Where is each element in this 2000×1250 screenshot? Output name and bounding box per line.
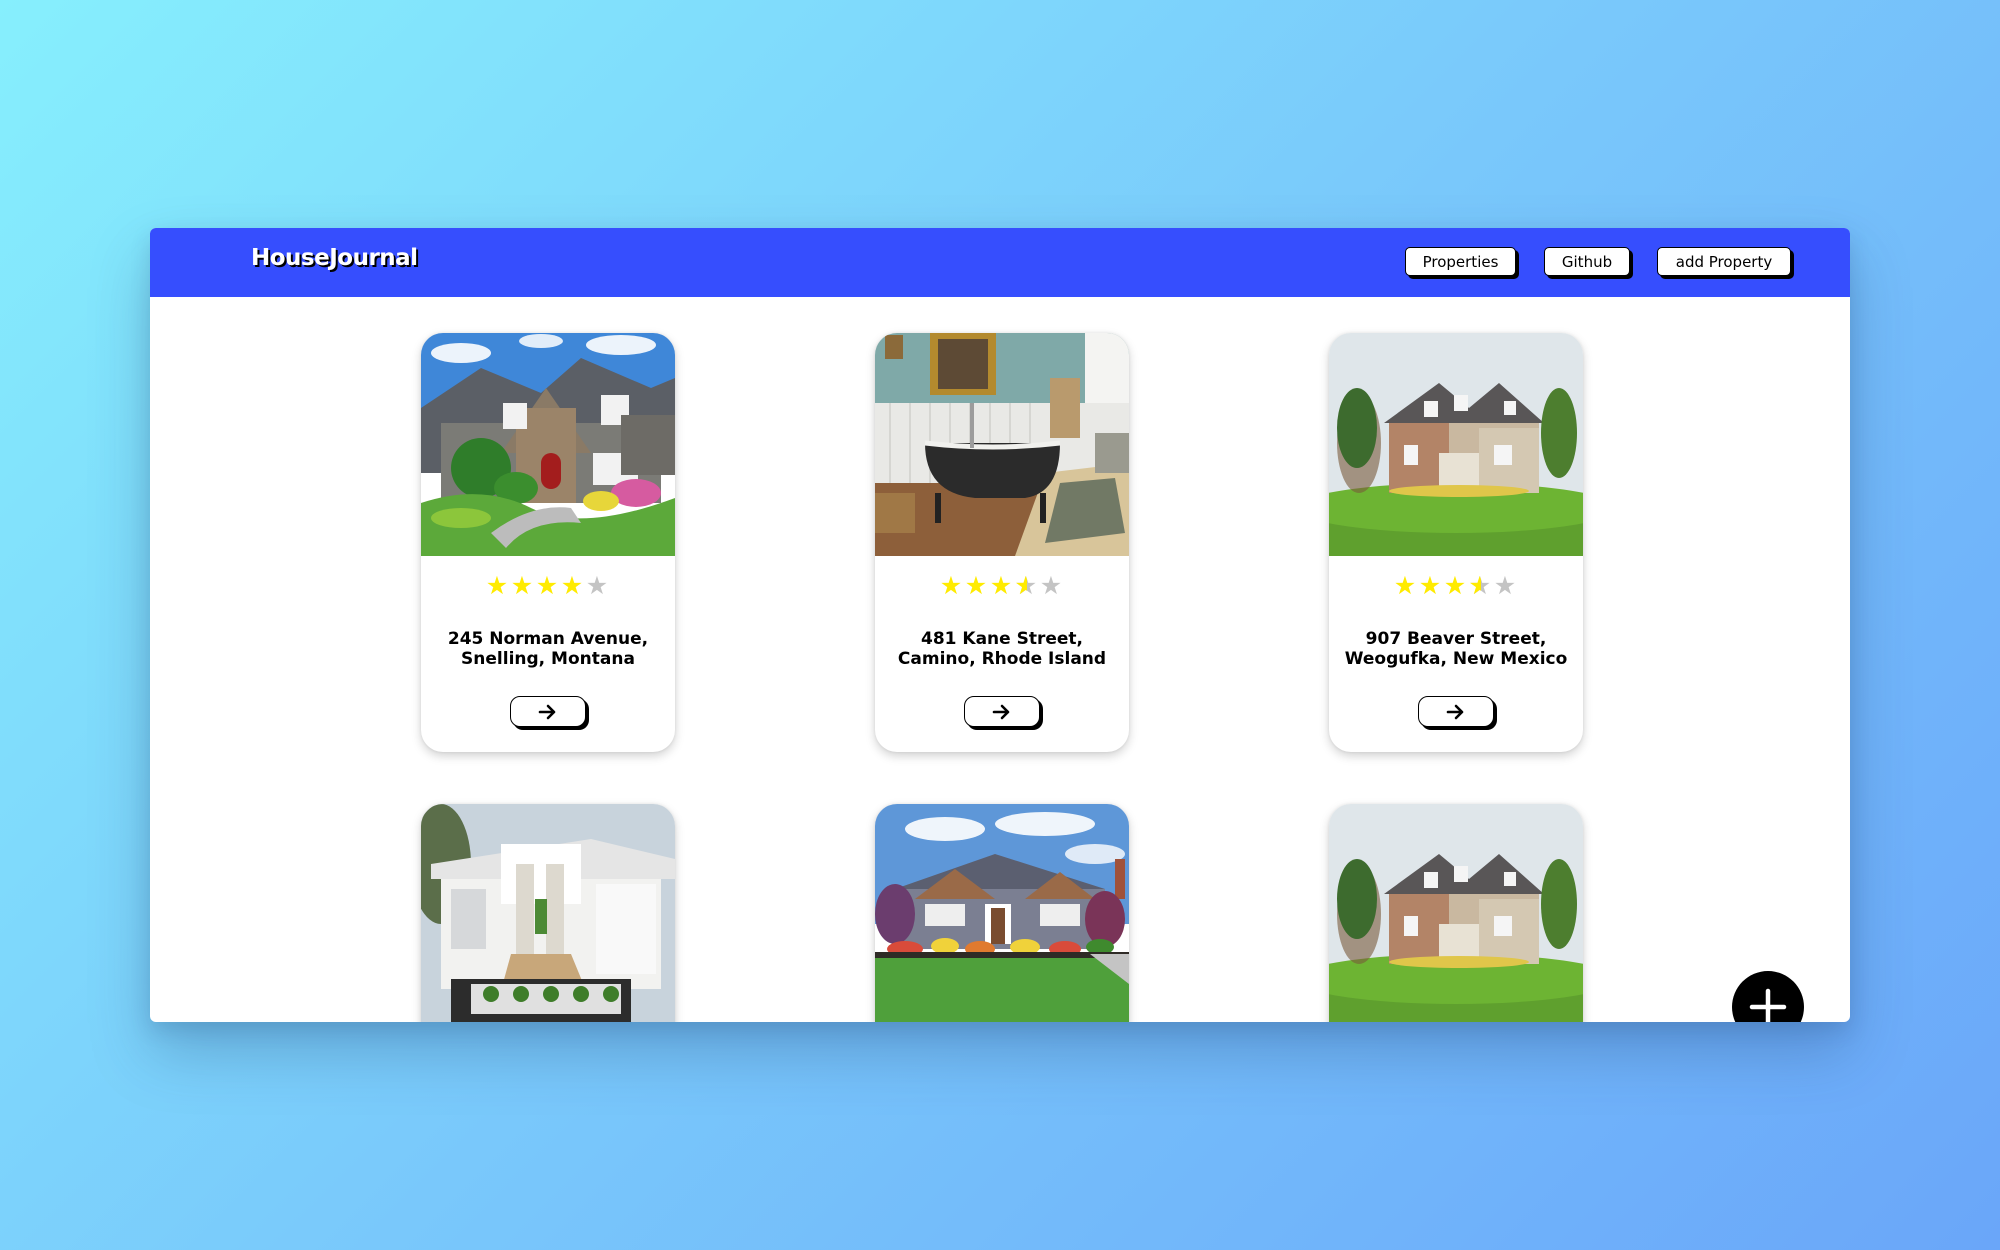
nav-properties-button[interactable]: Properties [1405,247,1516,276]
star-icon: ★ [560,571,586,600]
star-icon: ★ [989,571,1015,600]
plus-icon [1749,988,1787,1022]
property-card [875,804,1129,1022]
star-icon: ★ [485,571,511,600]
arrow-right-icon [1446,704,1464,719]
star-icon: ★ [510,571,536,600]
star-icon: ★ [1418,571,1444,600]
property-card: ★★★★★ 245 Norman Avenue, Snelling, Monta… [421,333,675,752]
app-window: HouseJournal Properties Github add Prope… [150,228,1850,1022]
address-city: Camino, Rhode Island [897,649,1107,669]
address-street: 245 Norman Avenue, [447,629,649,649]
property-card: ★★★★★★ 907 Beaver Street, Weogufka, New … [1329,333,1583,752]
star-icon: ★ [1039,571,1065,600]
navbar: HouseJournal Properties Github add Prope… [150,228,1850,297]
star-icon: ★ [1443,571,1469,600]
address-street: 907 Beaver Street, [1365,629,1547,649]
brand-logo[interactable]: HouseJournal [251,245,418,271]
arrow-right-icon [992,704,1010,719]
address-street: 481 Kane Street, [921,629,1083,649]
star-half-icon: ★★ [1468,571,1494,600]
nav-github-button[interactable]: Github [1544,247,1630,276]
view-property-button[interactable] [1418,696,1494,727]
star-icon: ★ [939,571,965,600]
star-half-icon: ★★ [1014,571,1040,600]
view-property-button[interactable] [510,696,586,727]
property-address: 907 Beaver Street, Weogufka, New Mexico [1339,629,1573,669]
property-photo [421,804,675,1022]
rating-stars: ★★★★★★ [875,573,1129,598]
star-icon: ★ [964,571,990,600]
property-card [1329,804,1583,1022]
property-photo [875,804,1129,1022]
rating-stars: ★★★★★★ [1329,573,1583,598]
property-card: ★★★★★★ 481 Kane Street, Camino, Rhode Is… [875,333,1129,752]
property-grid: ★★★★★ 245 Norman Avenue, Snelling, Monta… [150,297,1850,1022]
property-address: 245 Norman Avenue, Snelling, Montana [431,629,665,669]
address-city: Snelling, Montana [461,649,635,669]
star-icon: ★ [1393,571,1419,600]
property-photo [421,333,675,556]
nav-add-property-button[interactable]: add Property [1657,247,1791,276]
property-photo [1329,333,1583,556]
view-property-button[interactable] [964,696,1040,727]
property-card [421,804,675,1022]
star-icon: ★ [535,571,561,600]
property-photo [875,333,1129,556]
star-icon: ★ [585,571,611,600]
rating-stars: ★★★★★ [421,573,675,598]
arrow-right-icon [538,704,556,719]
add-property-fab[interactable] [1732,971,1804,1022]
property-address: 481 Kane Street, Camino, Rhode Island [885,629,1119,669]
star-icon: ★ [1493,571,1519,600]
address-city: Weogufka, New Mexico [1344,649,1568,669]
property-photo [1329,804,1583,1022]
